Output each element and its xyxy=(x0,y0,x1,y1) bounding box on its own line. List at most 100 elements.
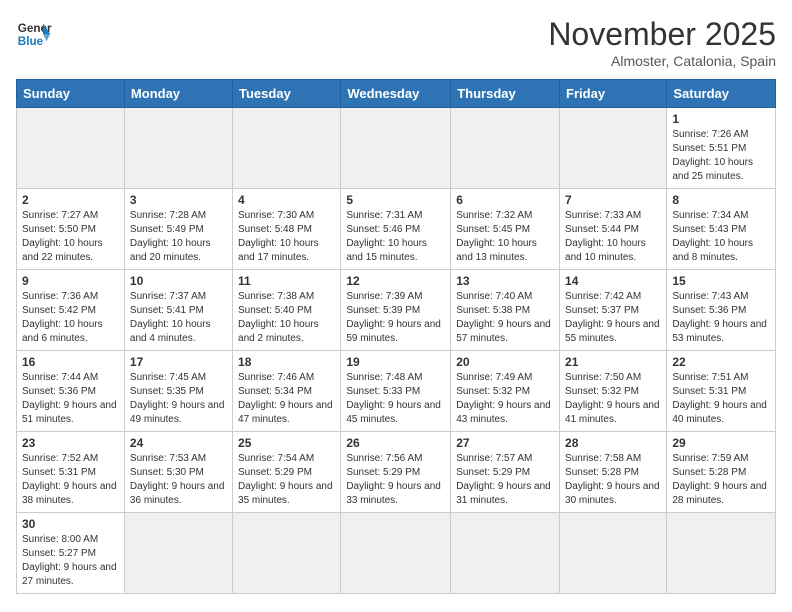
calendar-cell: 3Sunrise: 7:28 AM Sunset: 5:49 PM Daylig… xyxy=(124,189,232,270)
weekday-header-tuesday: Tuesday xyxy=(233,80,341,108)
calendar-cell: 5 Sunrise: 7:31 AM Sunset: 5:46 PM Daylig… xyxy=(341,189,451,270)
weekday-header-saturday: Saturday xyxy=(667,80,776,108)
day-number: 19 xyxy=(346,355,445,369)
weekday-header-row: SundayMondayTuesdayWednesdayThursdayFrid… xyxy=(17,80,776,108)
calendar-cell: 9 Sunrise: 7:36 AM Sunset: 5:42 PM Daylig… xyxy=(17,270,125,351)
calendar-cell: 21Sunrise: 7:50 AM Sunset: 5:32 PM Dayli… xyxy=(560,351,667,432)
day-number: 12 xyxy=(346,274,445,288)
day-info: Sunrise: 7:51 AM Sunset: 5:31 PM Dayligh… xyxy=(672,371,770,427)
day-info: Sunrise: 7:33 AM Sunset: 5:44 PM Dayligh… xyxy=(565,209,661,265)
day-number: 26 xyxy=(346,436,445,450)
calendar-cell: 22 Sunrise: 7:51 AM Sunset: 5:31 PM Dayli… xyxy=(667,351,776,432)
calendar-cell: 7 Sunrise: 7:33 AM Sunset: 5:44 PM Daylig… xyxy=(560,189,667,270)
title-area: November 2025 Almoster, Catalonia, Spain xyxy=(548,16,776,69)
day-info: Sunrise: 7:53 AM Sunset: 5:30 PM Dayligh… xyxy=(130,452,227,508)
calendar-cell xyxy=(451,513,560,594)
day-info: Sunrise: 7:59 AM Sunset: 5:28 PM Dayligh… xyxy=(672,452,770,508)
svg-text:Blue: Blue xyxy=(18,35,44,48)
weekday-header-sunday: Sunday xyxy=(17,80,125,108)
calendar-cell: 17Sunrise: 7:45 AM Sunset: 5:35 PM Dayli… xyxy=(124,351,232,432)
calendar-cell: 28 Sunrise: 7:58 AM Sunset: 5:28 PM Dayli… xyxy=(560,432,667,513)
calendar-week-row: 1 Sunrise: 7:26 AM Sunset: 5:51 PM Daylig… xyxy=(17,108,776,189)
calendar-cell: 4 Sunrise: 7:30 AM Sunset: 5:48 PM Daylig… xyxy=(233,189,341,270)
weekday-header-monday: Monday xyxy=(124,80,232,108)
calendar-cell xyxy=(124,108,232,189)
calendar-cell: 24 Sunrise: 7:53 AM Sunset: 5:30 PM Dayli… xyxy=(124,432,232,513)
logo: General Blue xyxy=(16,16,52,52)
calendar-cell: 18Sunrise: 7:46 AM Sunset: 5:34 PM Dayli… xyxy=(233,351,341,432)
calendar-cell xyxy=(233,513,341,594)
day-info: Sunrise: 8:00 AM Sunset: 5:27 PM Dayligh… xyxy=(22,533,119,589)
day-info: Sunrise: 7:31 AM Sunset: 5:46 PM Dayligh… xyxy=(346,209,445,265)
day-number: 8 xyxy=(672,193,770,207)
calendar-cell: 27Sunrise: 7:57 AM Sunset: 5:29 PM Dayli… xyxy=(451,432,560,513)
day-info: Sunrise: 7:54 AM Sunset: 5:29 PM Dayligh… xyxy=(238,452,335,508)
day-info: Sunrise: 7:30 AM Sunset: 5:48 PM Dayligh… xyxy=(238,209,335,265)
day-number: 9 xyxy=(22,274,119,288)
day-number: 14 xyxy=(565,274,661,288)
calendar-cell xyxy=(341,108,451,189)
calendar-cell xyxy=(451,108,560,189)
location-title: Almoster, Catalonia, Spain xyxy=(548,53,776,69)
calendar-cell: 26Sunrise: 7:56 AM Sunset: 5:29 PM Dayli… xyxy=(341,432,451,513)
calendar-cell xyxy=(560,513,667,594)
calendar-cell: 25 Sunrise: 7:54 AM Sunset: 5:29 PM Dayli… xyxy=(233,432,341,513)
day-number: 25 xyxy=(238,436,335,450)
day-info: Sunrise: 7:32 AM Sunset: 5:45 PM Dayligh… xyxy=(456,209,554,265)
day-number: 21 xyxy=(565,355,661,369)
calendar-cell: 23Sunrise: 7:52 AM Sunset: 5:31 PM Dayli… xyxy=(17,432,125,513)
day-number: 5 xyxy=(346,193,445,207)
day-number: 20 xyxy=(456,355,554,369)
calendar-cell: 16Sunrise: 7:44 AM Sunset: 5:36 PM Dayli… xyxy=(17,351,125,432)
day-info: Sunrise: 7:57 AM Sunset: 5:29 PM Dayligh… xyxy=(456,452,554,508)
day-number: 28 xyxy=(565,436,661,450)
calendar-cell xyxy=(667,513,776,594)
calendar-cell xyxy=(233,108,341,189)
day-number: 17 xyxy=(130,355,227,369)
day-info: Sunrise: 7:49 AM Sunset: 5:32 PM Dayligh… xyxy=(456,371,554,427)
day-number: 29 xyxy=(672,436,770,450)
day-info: Sunrise: 7:43 AM Sunset: 5:36 PM Dayligh… xyxy=(672,290,770,346)
day-number: 24 xyxy=(130,436,227,450)
calendar-cell: 15 Sunrise: 7:43 AM Sunset: 5:36 PM Dayli… xyxy=(667,270,776,351)
day-number: 22 xyxy=(672,355,770,369)
day-info: Sunrise: 7:40 AM Sunset: 5:38 PM Dayligh… xyxy=(456,290,554,346)
day-number: 10 xyxy=(130,274,227,288)
day-info: Sunrise: 7:44 AM Sunset: 5:36 PM Dayligh… xyxy=(22,371,119,427)
day-number: 11 xyxy=(238,274,335,288)
calendar-cell: 29 Sunrise: 7:59 AM Sunset: 5:28 PM Dayli… xyxy=(667,432,776,513)
day-info: Sunrise: 7:48 AM Sunset: 5:33 PM Dayligh… xyxy=(346,371,445,427)
day-info: Sunrise: 7:38 AM Sunset: 5:40 PM Dayligh… xyxy=(238,290,335,346)
day-info: Sunrise: 7:26 AM Sunset: 5:51 PM Dayligh… xyxy=(672,128,770,184)
weekday-header-wednesday: Wednesday xyxy=(341,80,451,108)
calendar-cell xyxy=(560,108,667,189)
page-header: General Blue November 2025 Almoster, Cat… xyxy=(16,16,776,69)
calendar-week-row: 2Sunrise: 7:27 AM Sunset: 5:50 PM Daylig… xyxy=(17,189,776,270)
day-info: Sunrise: 7:58 AM Sunset: 5:28 PM Dayligh… xyxy=(565,452,661,508)
day-number: 7 xyxy=(565,193,661,207)
calendar-cell: 10Sunrise: 7:37 AM Sunset: 5:41 PM Dayli… xyxy=(124,270,232,351)
calendar-cell: 11 Sunrise: 7:38 AM Sunset: 5:40 PM Dayli… xyxy=(233,270,341,351)
day-info: Sunrise: 7:36 AM Sunset: 5:42 PM Dayligh… xyxy=(22,290,119,346)
day-number: 15 xyxy=(672,274,770,288)
calendar-cell: 14 Sunrise: 7:42 AM Sunset: 5:37 PM Dayli… xyxy=(560,270,667,351)
calendar-cell: 12 Sunrise: 7:39 AM Sunset: 5:39 PM Dayli… xyxy=(341,270,451,351)
calendar-week-row: 23Sunrise: 7:52 AM Sunset: 5:31 PM Dayli… xyxy=(17,432,776,513)
calendar-week-row: 30Sunrise: 8:00 AM Sunset: 5:27 PM Dayli… xyxy=(17,513,776,594)
logo-icon: General Blue xyxy=(16,16,52,52)
day-info: Sunrise: 7:28 AM Sunset: 5:49 PM Dayligh… xyxy=(130,209,227,265)
day-info: Sunrise: 7:46 AM Sunset: 5:34 PM Dayligh… xyxy=(238,371,335,427)
calendar-cell: 30Sunrise: 8:00 AM Sunset: 5:27 PM Dayli… xyxy=(17,513,125,594)
day-number: 1 xyxy=(672,112,770,126)
weekday-header-friday: Friday xyxy=(560,80,667,108)
calendar-cell: 13 Sunrise: 7:40 AM Sunset: 5:38 PM Dayli… xyxy=(451,270,560,351)
calendar-week-row: 16Sunrise: 7:44 AM Sunset: 5:36 PM Dayli… xyxy=(17,351,776,432)
calendar-cell: 1 Sunrise: 7:26 AM Sunset: 5:51 PM Daylig… xyxy=(667,108,776,189)
day-info: Sunrise: 7:39 AM Sunset: 5:39 PM Dayligh… xyxy=(346,290,445,346)
day-info: Sunrise: 7:42 AM Sunset: 5:37 PM Dayligh… xyxy=(565,290,661,346)
day-number: 4 xyxy=(238,193,335,207)
day-number: 13 xyxy=(456,274,554,288)
weekday-header-thursday: Thursday xyxy=(451,80,560,108)
calendar-cell: 2Sunrise: 7:27 AM Sunset: 5:50 PM Daylig… xyxy=(17,189,125,270)
calendar-cell xyxy=(124,513,232,594)
